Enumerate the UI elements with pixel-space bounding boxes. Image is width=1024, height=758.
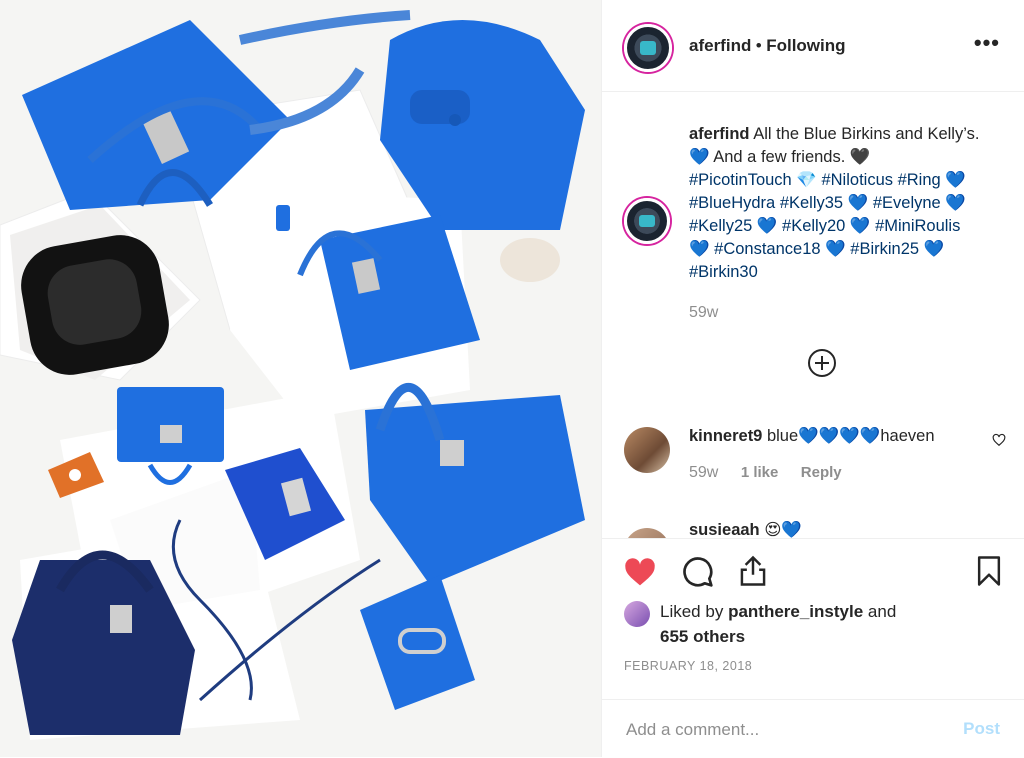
commenter-avatar[interactable] [624,528,670,538]
blue-heart-emoji: 💙 [945,171,966,189]
comment-row: kinneret9 blue💙💙💙💙haeven [689,425,935,448]
blue-heart-emoji: 💙 [945,194,966,212]
hashtag-link[interactable]: #Kelly20 [782,217,845,235]
header-separator: • [755,36,762,55]
commenter-avatar[interactable] [624,427,670,473]
hashtag-link[interactable]: #BlueHydra [689,194,775,212]
hashtag-link[interactable]: #Ring [898,171,941,189]
hashtag-link[interactable]: #Kelly25 [689,217,752,235]
hashtag-link[interactable]: #Birkin25 [850,240,919,258]
liker-avatar[interactable] [624,601,650,627]
hashtag-link[interactable]: #Birkin30 [689,263,758,281]
header-username[interactable]: aferfind [689,36,751,55]
caption-author-avatar[interactable] [624,198,670,244]
blue-heart-emoji: 💙 [847,194,869,212]
post-panel: aferfind • Following ••• aferfind All th… [601,0,1024,757]
comment-icon[interactable] [682,556,714,588]
post-actions: Liked by panthere_instyle and 655 others… [602,538,1024,757]
caption-time[interactable]: 59w [689,301,1009,324]
following-button[interactable]: Following [766,36,845,55]
liked-by-prefix: Liked by [660,602,724,621]
more-dots-icon[interactable]: ••• [974,32,1000,54]
blue-heart-emoji: 💙 [756,217,778,235]
hashtag-link[interactable]: #Constance18 [714,240,820,258]
post-comment-button[interactable]: Post [963,719,1000,739]
comment-time[interactable]: 59w [689,464,718,481]
post-date[interactable]: FEBRUARY 18, 2018 [624,659,752,673]
blue-heart-emoji: 💙💙💙💙 [798,427,881,445]
avatar-bag-image [639,41,657,55]
comments-scroll-area[interactable]: aferfind All the Blue Birkins and Kelly’… [602,92,1024,538]
comment-input[interactable] [624,714,948,746]
comment-username[interactable]: susieaah [689,521,760,538]
caption-text-1: All the Blue Birkins and Kelly’s. [753,125,980,143]
heart-eyes-emoji: 😍 [764,521,782,538]
post-caption: aferfind All the Blue Birkins and Kelly’… [689,123,1009,324]
comment-row: susieaah 😍💙 [689,519,802,538]
liked-by-user[interactable]: panthere_instyle [728,602,863,621]
blue-heart-emoji: 💙 [781,521,802,538]
hashtag-link[interactable]: #Kelly35 [780,194,843,212]
photo-illustration [0,0,601,757]
comment-like-icon[interactable] [992,433,1006,447]
blue-heart-emoji: 💙 [689,240,710,258]
hashtag-link[interactable]: #PicotinTouch [689,171,792,189]
hashtag-link[interactable]: #MiniRoulis [875,217,960,235]
blue-heart-emoji: 💙 [923,240,945,258]
gem-emoji: 💎 [796,171,817,189]
black-heart-emoji: 🖤 [849,148,871,166]
avatar-bag-image [639,214,655,228]
blue-heart-emoji: 💙 [849,217,871,235]
post-photo[interactable] [0,0,601,757]
comment-meta: 59w 1 like Reply [689,464,842,482]
reply-button[interactable]: Reply [801,464,842,481]
likes-count-link[interactable]: 655 others [660,627,745,646]
hashtag-link[interactable]: #Niloticus [821,171,893,189]
hashtag-link[interactable]: #Evelyne [873,194,941,212]
instagram-post-view: aferfind • Following ••• aferfind All th… [0,0,1024,757]
like-heart-icon[interactable] [624,557,656,587]
load-more-comments-icon[interactable] [808,349,836,377]
bookmark-icon[interactable] [976,555,1002,587]
comment-username[interactable]: kinneret9 [689,427,762,445]
author-avatar[interactable] [624,24,672,72]
post-header: aferfind • Following ••• [602,0,1024,92]
comment-likes[interactable]: 1 like [741,464,779,481]
comment-text: blue [766,427,799,445]
caption-username[interactable]: aferfind [689,125,750,143]
comment-text-end: haeven [880,427,935,445]
blue-heart-emoji: 💙 [825,240,846,258]
liked-by-summary: Liked by panthere_instyle and 655 others [660,599,896,649]
add-comment-bar: Post [602,699,1024,758]
caption-text-2: And a few friends. [713,148,846,166]
share-icon[interactable] [738,555,768,587]
header-title: aferfind • Following [689,36,846,56]
liked-by-and: and [867,602,897,621]
blue-heart-emoji: 💙 [689,148,710,166]
